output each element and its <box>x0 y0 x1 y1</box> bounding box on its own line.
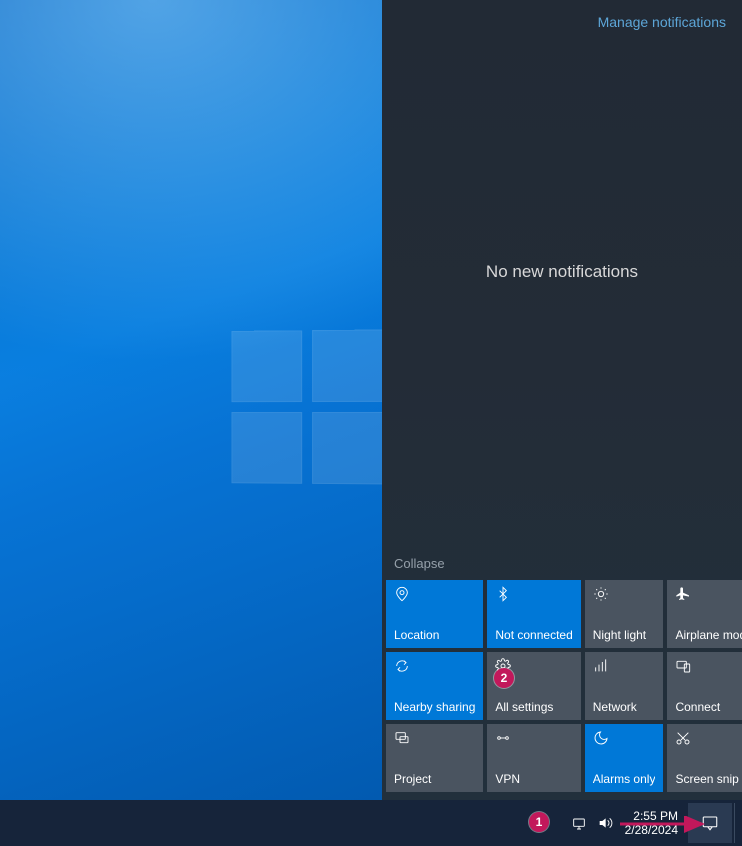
tile-vpn[interactable]: VPN <box>487 724 580 792</box>
annotation-marker-2: 2 <box>494 668 514 688</box>
tray-network-icon[interactable] <box>567 811 591 835</box>
tray-volume-icon[interactable] <box>593 811 617 835</box>
manage-notifications-link[interactable]: Manage notifications <box>598 14 726 30</box>
bluetooth-icon <box>495 586 511 602</box>
quick-actions-grid: Location Not connected Night light Airpl… <box>386 580 738 792</box>
tile-label: Night light <box>593 629 656 642</box>
no-notifications-text: No new notifications <box>382 262 742 282</box>
tile-location[interactable]: Location <box>386 580 483 648</box>
share-icon <box>394 658 410 674</box>
tile-label: Project <box>394 773 475 786</box>
tile-label: Alarms only <box>593 773 656 786</box>
windows-logo <box>231 329 382 501</box>
connect-icon <box>675 658 691 674</box>
tile-label: Network <box>593 701 656 714</box>
tile-label: Connect <box>675 701 742 714</box>
tile-screen-snip[interactable]: Screen snip <box>667 724 742 792</box>
tile-label: Nearby sharing <box>394 701 475 714</box>
tile-label: Location <box>394 629 475 642</box>
annotation-arrow <box>620 816 720 836</box>
tile-label: All settings <box>495 701 572 714</box>
tile-alarms-only[interactable]: Alarms only <box>585 724 664 792</box>
project-icon <box>394 730 410 746</box>
airplane-icon <box>675 586 691 602</box>
tile-nearby-sharing[interactable]: Nearby sharing <box>386 652 483 720</box>
network-icon <box>593 658 609 674</box>
collapse-button[interactable]: Collapse <box>394 556 445 571</box>
tile-label: VPN <box>495 773 572 786</box>
tile-label: Not connected <box>495 629 572 642</box>
tile-label: Airplane mode <box>675 629 742 642</box>
tile-bluetooth[interactable]: Not connected <box>487 580 580 648</box>
snip-icon <box>675 730 691 746</box>
tile-connect[interactable]: Connect <box>667 652 742 720</box>
location-icon <box>394 586 410 602</box>
tile-airplane-mode[interactable]: Airplane mode <box>667 580 742 648</box>
tile-night-light[interactable]: Night light <box>585 580 664 648</box>
action-center-panel: Manage notifications No new notification… <box>382 0 742 800</box>
show-desktop-button[interactable] <box>734 803 740 843</box>
tile-label: Screen snip <box>675 773 742 786</box>
desktop-wallpaper <box>0 0 382 800</box>
tile-network[interactable]: Network <box>585 652 664 720</box>
tile-project[interactable]: Project <box>386 724 483 792</box>
annotation-marker-1: 1 <box>529 812 549 832</box>
moon-icon <box>593 730 609 746</box>
sun-icon <box>593 586 609 602</box>
vpn-icon <box>495 730 511 746</box>
